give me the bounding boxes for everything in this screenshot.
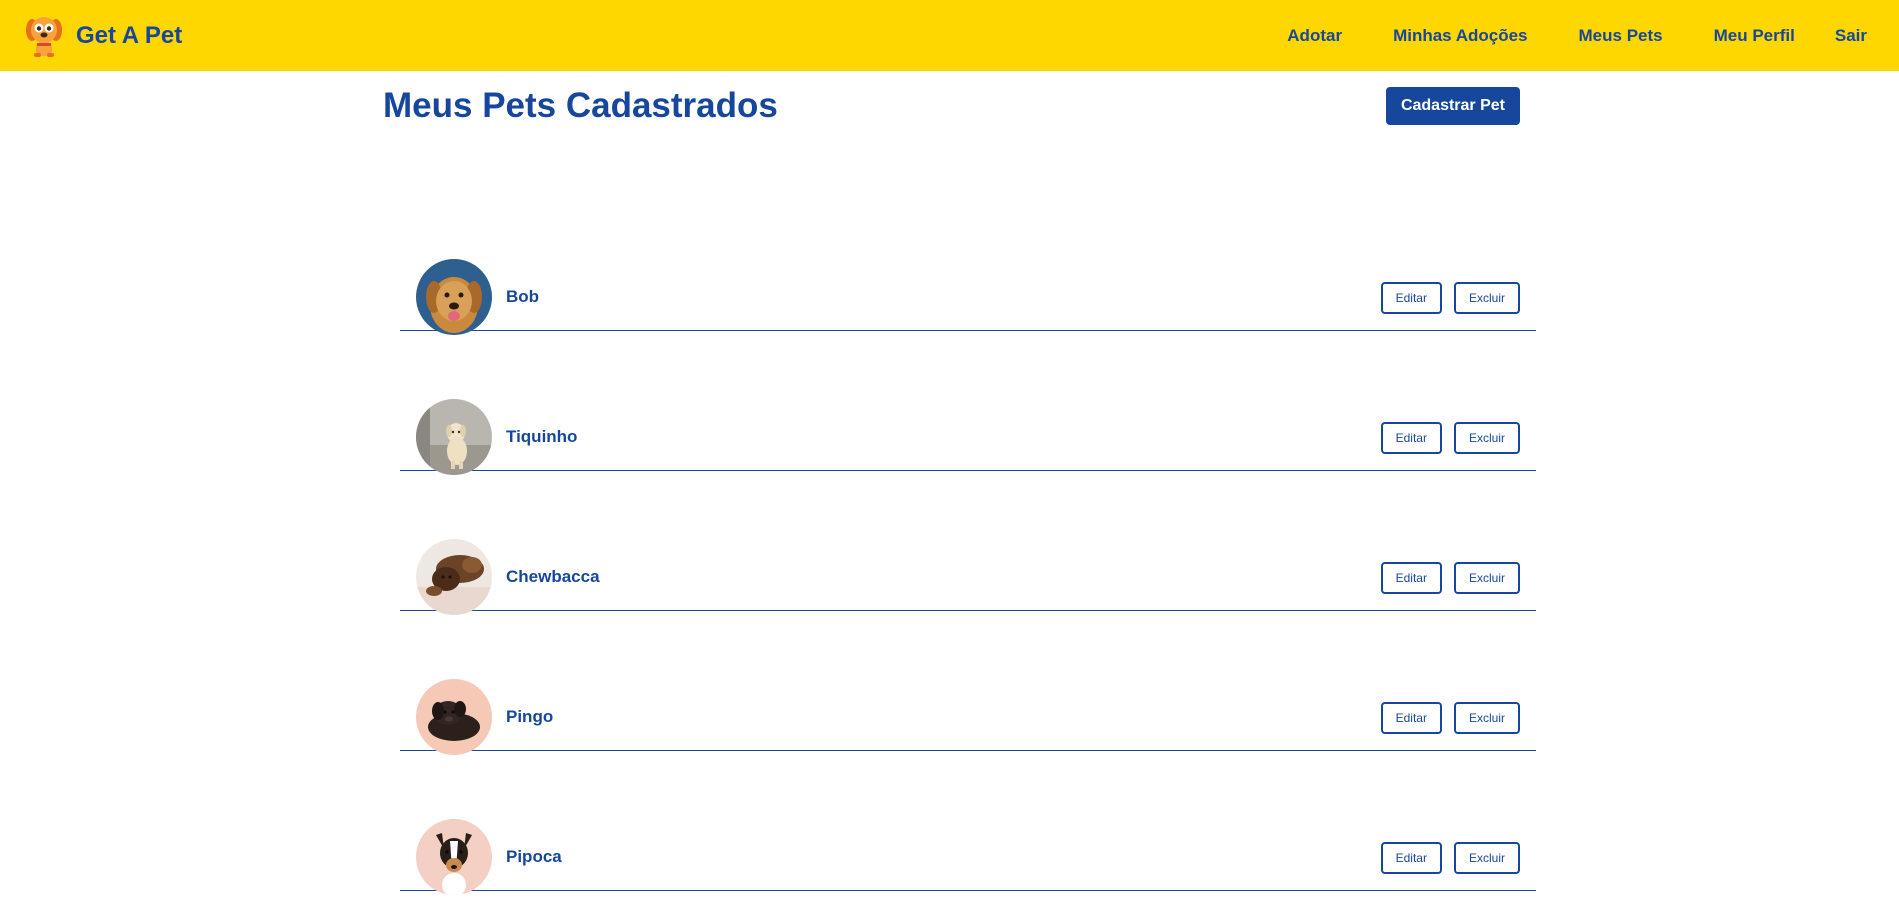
pet-list: Bob Editar Excluir Tiquinho Editar Exclu…: [400, 191, 1536, 895]
pet-row: Tiquinho Editar Excluir: [400, 331, 1536, 475]
brand[interactable]: Get A Pet: [24, 14, 182, 58]
delete-pet-button[interactable]: Excluir: [1453, 422, 1520, 454]
delete-pet-button[interactable]: Excluir: [1453, 282, 1520, 314]
pet-row: Chewbacca Editar Excluir: [400, 471, 1536, 615]
pet-name: Pipoca: [506, 847, 562, 866]
add-pet-button[interactable]: Cadastrar Pet: [1385, 87, 1520, 125]
pet-row: Pipoca Editar Excluir: [400, 751, 1536, 895]
nav-link-meus-pets[interactable]: Meus Pets: [1579, 26, 1663, 46]
edit-pet-button[interactable]: Editar: [1380, 842, 1442, 874]
main-nav: Adotar Minhas Adoções Meus Pets Meu Perf…: [1287, 26, 1867, 46]
delete-pet-button[interactable]: Excluir: [1453, 702, 1520, 734]
edit-pet-button[interactable]: Editar: [1380, 702, 1442, 734]
pet-actions: Editar Excluir: [1380, 422, 1520, 454]
page-title: Meus Pets Cadastrados: [383, 86, 778, 125]
edit-pet-button[interactable]: Editar: [1380, 282, 1442, 314]
terrier-photo: [416, 819, 492, 895]
pet-name: Tiquinho: [506, 427, 578, 446]
dog-mascot-icon: [26, 16, 62, 57]
delete-pet-button[interactable]: Excluir: [1453, 842, 1520, 874]
nav-link-minhas-adocoes[interactable]: Minhas Adoções: [1393, 26, 1527, 46]
pet-actions: Editar Excluir: [1380, 562, 1520, 594]
puppy-photo: [416, 399, 492, 475]
nav-link-sair[interactable]: Sair: [1835, 26, 1867, 46]
edit-pet-button[interactable]: Editar: [1380, 422, 1442, 454]
black-puppy-photo: [416, 679, 492, 755]
fluffy-dog-photo: [416, 539, 492, 615]
delete-pet-button[interactable]: Excluir: [1453, 562, 1520, 594]
pet-name: Pingo: [506, 707, 554, 726]
pet-actions: Editar Excluir: [1380, 702, 1520, 734]
pet-name: Bob: [506, 287, 540, 306]
brand-name: Get A Pet: [76, 21, 183, 49]
nav-link-adotar[interactable]: Adotar: [1287, 26, 1342, 46]
golden-retriever-photo: [416, 259, 492, 335]
navbar: Get A Pet Adotar Minhas Adoções Meus Pet…: [0, 0, 1899, 71]
pet-row: Pingo Editar Excluir: [400, 611, 1536, 755]
page-header: Meus Pets Cadastrados Cadastrar Pet: [383, 86, 1520, 126]
pet-actions: Editar Excluir: [1380, 282, 1520, 314]
pet-actions: Editar Excluir: [1380, 842, 1520, 874]
pet-row: Bob Editar Excluir: [400, 191, 1536, 335]
edit-pet-button[interactable]: Editar: [1380, 562, 1442, 594]
nav-link-meu-perfil[interactable]: Meu Perfil: [1714, 26, 1795, 46]
pet-name: Chewbacca: [506, 567, 600, 586]
